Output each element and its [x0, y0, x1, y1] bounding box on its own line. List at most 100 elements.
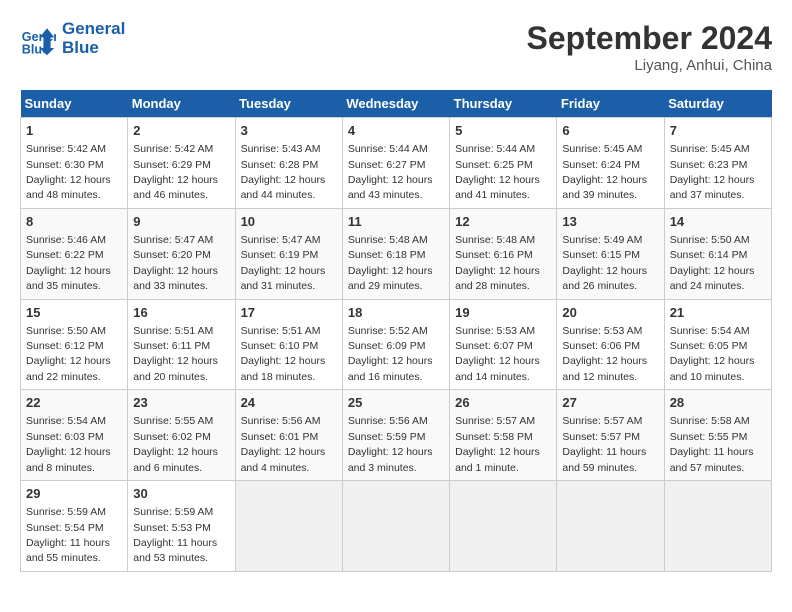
day-number: 13: [562, 213, 658, 231]
day-sunrise: Sunrise: 5:47 AM: [133, 234, 213, 246]
month-year: September 2024: [527, 20, 772, 57]
day-sunrise: Sunrise: 5:52 AM: [348, 325, 428, 337]
day-number: 14: [670, 213, 766, 231]
day-sunrise: Sunrise: 5:45 AM: [670, 143, 750, 155]
calendar-cell: 4 Sunrise: 5:44 AM Sunset: 6:27 PM Dayli…: [342, 118, 449, 209]
day-number: 10: [241, 213, 337, 231]
day-sunrise: Sunrise: 5:56 AM: [241, 415, 321, 427]
day-sunset: Sunset: 6:01 PM: [241, 431, 319, 443]
daylight-hours: Daylight: 12 hours and 37 minutes.: [670, 174, 755, 201]
calendar-cell: 12 Sunrise: 5:48 AM Sunset: 6:16 PM Dayl…: [450, 208, 557, 299]
day-sunset: Sunset: 6:20 PM: [133, 249, 211, 261]
calendar-cell: 8 Sunrise: 5:46 AM Sunset: 6:22 PM Dayli…: [21, 208, 128, 299]
day-sunrise: Sunrise: 5:55 AM: [133, 415, 213, 427]
day-sunrise: Sunrise: 5:56 AM: [348, 415, 428, 427]
day-sunset: Sunset: 6:22 PM: [26, 249, 104, 261]
day-sunset: Sunset: 6:15 PM: [562, 249, 640, 261]
calendar-cell: 24 Sunrise: 5:56 AM Sunset: 6:01 PM Dayl…: [235, 390, 342, 481]
calendar-week-5: 29 Sunrise: 5:59 AM Sunset: 5:54 PM Dayl…: [21, 481, 772, 572]
day-sunrise: Sunrise: 5:57 AM: [562, 415, 642, 427]
calendar-cell: 13 Sunrise: 5:49 AM Sunset: 6:15 PM Dayl…: [557, 208, 664, 299]
day-sunset: Sunset: 6:03 PM: [26, 431, 104, 443]
day-sunrise: Sunrise: 5:50 AM: [670, 234, 750, 246]
day-number: 1: [26, 122, 122, 140]
calendar-cell: 27 Sunrise: 5:57 AM Sunset: 5:57 PM Dayl…: [557, 390, 664, 481]
calendar-cell: 28 Sunrise: 5:58 AM Sunset: 5:55 PM Dayl…: [664, 390, 771, 481]
daylight-hours: Daylight: 12 hours and 14 minutes.: [455, 355, 540, 382]
calendar-cell: 21 Sunrise: 5:54 AM Sunset: 6:05 PM Dayl…: [664, 299, 771, 390]
day-sunrise: Sunrise: 5:48 AM: [455, 234, 535, 246]
day-number: 11: [348, 213, 444, 231]
daylight-hours: Daylight: 12 hours and 46 minutes.: [133, 174, 218, 201]
day-sunrise: Sunrise: 5:44 AM: [455, 143, 535, 155]
day-number: 27: [562, 394, 658, 412]
calendar-cell: 10 Sunrise: 5:47 AM Sunset: 6:19 PM Dayl…: [235, 208, 342, 299]
day-sunrise: Sunrise: 5:54 AM: [26, 415, 106, 427]
col-header-sunday: Sunday: [21, 90, 128, 118]
daylight-hours: Daylight: 12 hours and 20 minutes.: [133, 355, 218, 382]
day-sunset: Sunset: 6:30 PM: [26, 159, 104, 171]
day-sunset: Sunset: 6:05 PM: [670, 340, 748, 352]
calendar-cell: 20 Sunrise: 5:53 AM Sunset: 6:06 PM Dayl…: [557, 299, 664, 390]
daylight-hours: Daylight: 12 hours and 16 minutes.: [348, 355, 433, 382]
calendar-cell: 15 Sunrise: 5:50 AM Sunset: 6:12 PM Dayl…: [21, 299, 128, 390]
day-number: 18: [348, 304, 444, 322]
calendar-cell: 25 Sunrise: 5:56 AM Sunset: 5:59 PM Dayl…: [342, 390, 449, 481]
day-sunset: Sunset: 5:58 PM: [455, 431, 533, 443]
col-header-monday: Monday: [128, 90, 235, 118]
day-sunrise: Sunrise: 5:51 AM: [241, 325, 321, 337]
calendar-cell: 14 Sunrise: 5:50 AM Sunset: 6:14 PM Dayl…: [664, 208, 771, 299]
day-sunrise: Sunrise: 5:46 AM: [26, 234, 106, 246]
day-number: 8: [26, 213, 122, 231]
calendar-cell: 11 Sunrise: 5:48 AM Sunset: 6:18 PM Dayl…: [342, 208, 449, 299]
calendar-cell: [450, 481, 557, 572]
calendar-week-3: 15 Sunrise: 5:50 AM Sunset: 6:12 PM Dayl…: [21, 299, 772, 390]
calendar-cell: [342, 481, 449, 572]
day-sunrise: Sunrise: 5:58 AM: [670, 415, 750, 427]
day-number: 2: [133, 122, 229, 140]
day-number: 5: [455, 122, 551, 140]
day-number: 9: [133, 213, 229, 231]
calendar-cell: [235, 481, 342, 572]
day-sunrise: Sunrise: 5:42 AM: [26, 143, 106, 155]
day-sunrise: Sunrise: 5:57 AM: [455, 415, 535, 427]
day-sunset: Sunset: 5:55 PM: [670, 431, 748, 443]
day-sunset: Sunset: 6:19 PM: [241, 249, 319, 261]
daylight-hours: Daylight: 11 hours and 59 minutes.: [562, 446, 646, 473]
day-sunrise: Sunrise: 5:48 AM: [348, 234, 428, 246]
daylight-hours: Daylight: 12 hours and 18 minutes.: [241, 355, 326, 382]
col-header-thursday: Thursday: [450, 90, 557, 118]
day-sunset: Sunset: 6:25 PM: [455, 159, 533, 171]
daylight-hours: Daylight: 11 hours and 57 minutes.: [670, 446, 754, 473]
day-number: 4: [348, 122, 444, 140]
daylight-hours: Daylight: 12 hours and 12 minutes.: [562, 355, 647, 382]
title-block: September 2024 Liyang, Anhui, China: [527, 20, 772, 74]
day-sunset: Sunset: 6:29 PM: [133, 159, 211, 171]
day-sunrise: Sunrise: 5:59 AM: [133, 506, 213, 518]
daylight-hours: Daylight: 12 hours and 48 minutes.: [26, 174, 111, 201]
day-sunset: Sunset: 6:16 PM: [455, 249, 533, 261]
day-sunset: Sunset: 6:24 PM: [562, 159, 640, 171]
calendar-cell: 1 Sunrise: 5:42 AM Sunset: 6:30 PM Dayli…: [21, 118, 128, 209]
daylight-hours: Daylight: 11 hours and 55 minutes.: [26, 537, 110, 564]
logo: General Blue GeneralBlue: [20, 20, 125, 57]
calendar-cell: 18 Sunrise: 5:52 AM Sunset: 6:09 PM Dayl…: [342, 299, 449, 390]
calendar-week-4: 22 Sunrise: 5:54 AM Sunset: 6:03 PM Dayl…: [21, 390, 772, 481]
day-sunset: Sunset: 6:02 PM: [133, 431, 211, 443]
daylight-hours: Daylight: 12 hours and 22 minutes.: [26, 355, 111, 382]
day-number: 29: [26, 485, 122, 503]
calendar-cell: [664, 481, 771, 572]
day-sunset: Sunset: 6:07 PM: [455, 340, 533, 352]
calendar-cell: 29 Sunrise: 5:59 AM Sunset: 5:54 PM Dayl…: [21, 481, 128, 572]
day-number: 22: [26, 394, 122, 412]
calendar-cell: 22 Sunrise: 5:54 AM Sunset: 6:03 PM Dayl…: [21, 390, 128, 481]
day-sunrise: Sunrise: 5:47 AM: [241, 234, 321, 246]
col-header-tuesday: Tuesday: [235, 90, 342, 118]
day-number: 17: [241, 304, 337, 322]
location: Liyang, Anhui, China: [527, 57, 772, 74]
calendar-cell: 16 Sunrise: 5:51 AM Sunset: 6:11 PM Dayl…: [128, 299, 235, 390]
daylight-hours: Daylight: 12 hours and 43 minutes.: [348, 174, 433, 201]
day-sunset: Sunset: 5:53 PM: [133, 522, 211, 534]
day-sunset: Sunset: 6:28 PM: [241, 159, 319, 171]
col-header-saturday: Saturday: [664, 90, 771, 118]
